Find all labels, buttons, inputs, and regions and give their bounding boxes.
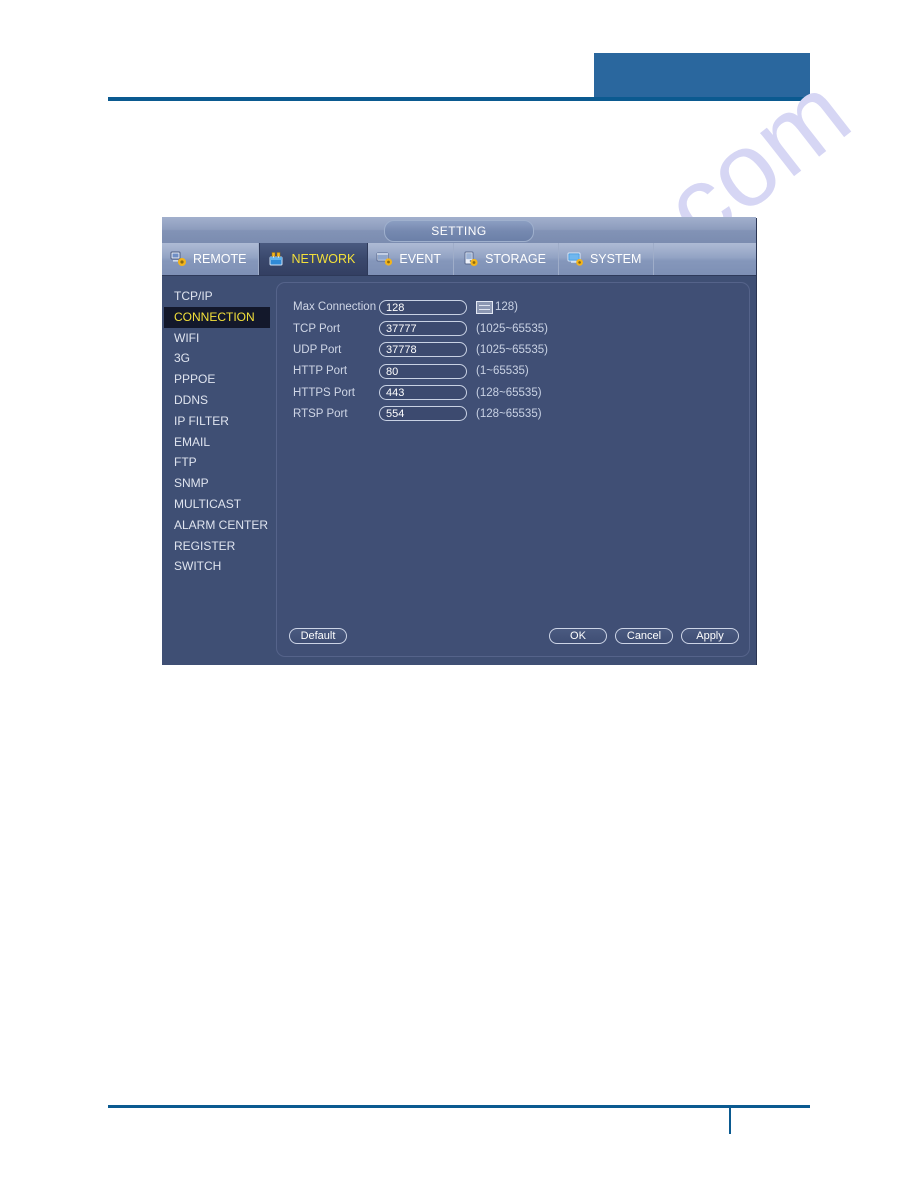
range-box-glyph-icon xyxy=(476,300,493,314)
header-rule xyxy=(108,97,810,101)
dialog-body: TCP/IP CONNECTION WIFI 3G PPPOE DDNS IP … xyxy=(162,276,756,665)
connection-settings-panel: Max Connection 128 128) TCP Port 37777 (… xyxy=(276,282,750,657)
tcp-port-input[interactable]: 37777 xyxy=(379,321,467,337)
form-row-tcp-port: TCP Port 37777 (1025~65535) xyxy=(293,318,749,339)
network-gear-icon xyxy=(268,251,286,267)
tab-remote-label: REMOTE xyxy=(193,252,247,266)
tcp-port-hint: (1025~65535) xyxy=(476,322,548,335)
tab-storage-label: STORAGE xyxy=(485,252,546,266)
tcp-port-label: TCP Port xyxy=(293,322,341,335)
sidebar-item-multicast[interactable]: MULTICAST xyxy=(164,494,274,515)
tab-event-label: EVENT xyxy=(399,252,442,266)
connection-form: Max Connection 128 128) TCP Port 37777 (… xyxy=(277,283,749,424)
sidebar-item-connection[interactable]: CONNECTION xyxy=(164,306,270,328)
rtsp-port-hint: (128~65535) xyxy=(476,407,542,420)
network-sidebar: TCP/IP CONNECTION WIFI 3G PPPOE DDNS IP … xyxy=(164,282,274,657)
event-gear-icon xyxy=(376,251,394,267)
max-connection-hint: 128) xyxy=(476,300,519,314)
udp-port-label: UDP Port xyxy=(293,343,342,356)
sidebar-item-email[interactable]: EMAIL xyxy=(164,432,274,453)
tab-storage[interactable]: STORAGE xyxy=(454,243,559,275)
sidebar-item-alarm-center[interactable]: ALARM CENTER xyxy=(164,515,274,536)
udp-port-input[interactable]: 37778 xyxy=(379,342,467,358)
sidebar-item-ip-filter[interactable]: IP FILTER xyxy=(164,411,274,432)
tab-remote[interactable]: REMOTE xyxy=(162,243,260,275)
max-connection-hint-text: 128) xyxy=(495,301,519,314)
sidebar-item-switch[interactable]: SWITCH xyxy=(164,556,274,577)
storage-gear-icon xyxy=(462,251,480,267)
sidebar-item-ddns[interactable]: DDNS xyxy=(164,390,274,411)
apply-button[interactable]: Apply xyxy=(681,628,739,644)
setting-dialog: SETTING REMOTE NETWORK EVENT STORAGE SYS… xyxy=(162,217,756,665)
http-port-label: HTTP Port xyxy=(293,365,348,378)
ok-button[interactable]: OK xyxy=(549,628,607,644)
dialog-button-bar: Default OK Cancel Apply xyxy=(277,628,749,644)
sidebar-item-snmp[interactable]: SNMP xyxy=(164,473,274,494)
form-row-https-port: HTTPS Port 443 (128~65535) xyxy=(293,382,749,403)
sidebar-item-pppoe[interactable]: PPPOE xyxy=(164,369,274,390)
form-row-http-port: HTTP Port 80 (1~65535) xyxy=(293,361,749,382)
footer-tick-mark xyxy=(729,1106,731,1134)
form-row-max-connection: Max Connection 128 128) xyxy=(293,297,749,318)
dialog-title: SETTING xyxy=(384,220,534,242)
main-tab-bar: REMOTE NETWORK EVENT STORAGE SYSTEM xyxy=(162,243,756,276)
tab-system-label: SYSTEM xyxy=(589,252,642,266)
form-row-rtsp-port: RTSP Port 554 (128~65535) xyxy=(293,403,749,424)
header-accent-block xyxy=(594,53,810,99)
http-port-input[interactable]: 80 xyxy=(379,363,467,379)
https-port-label: HTTPS Port xyxy=(293,386,355,399)
udp-port-hint: (1025~65535) xyxy=(476,343,548,356)
sidebar-item-wifi[interactable]: WIFI xyxy=(164,328,274,349)
https-port-hint: (128~65535) xyxy=(476,386,542,399)
tab-system[interactable]: SYSTEM xyxy=(559,243,655,275)
max-connection-label: Max Connection xyxy=(293,301,377,314)
default-button[interactable]: Default xyxy=(289,628,347,644)
rtsp-port-input[interactable]: 554 xyxy=(379,406,467,422)
remote-gear-icon xyxy=(170,251,188,267)
sidebar-item-ftp[interactable]: FTP xyxy=(164,452,274,473)
sidebar-item-tcpip[interactable]: TCP/IP xyxy=(164,286,274,307)
form-row-udp-port: UDP Port 37778 (1025~65535) xyxy=(293,340,749,361)
https-port-input[interactable]: 443 xyxy=(379,385,467,401)
footer-rule xyxy=(108,1105,810,1108)
rtsp-port-label: RTSP Port xyxy=(293,407,348,420)
max-connection-input[interactable]: 128 xyxy=(379,299,467,315)
tab-bar-filler xyxy=(654,243,756,275)
sidebar-item-register[interactable]: REGISTER xyxy=(164,536,274,557)
tab-network-label: NETWORK xyxy=(291,252,356,266)
cancel-button[interactable]: Cancel xyxy=(615,628,673,644)
tab-event[interactable]: EVENT xyxy=(368,243,455,275)
tab-network[interactable]: NETWORK xyxy=(259,243,369,275)
system-gear-icon xyxy=(567,251,585,267)
http-port-hint: (1~65535) xyxy=(476,365,529,378)
dialog-primary-buttons: OK Cancel Apply xyxy=(549,628,739,644)
sidebar-item-3g[interactable]: 3G xyxy=(164,348,274,369)
dialog-title-bar: SETTING xyxy=(162,217,756,243)
